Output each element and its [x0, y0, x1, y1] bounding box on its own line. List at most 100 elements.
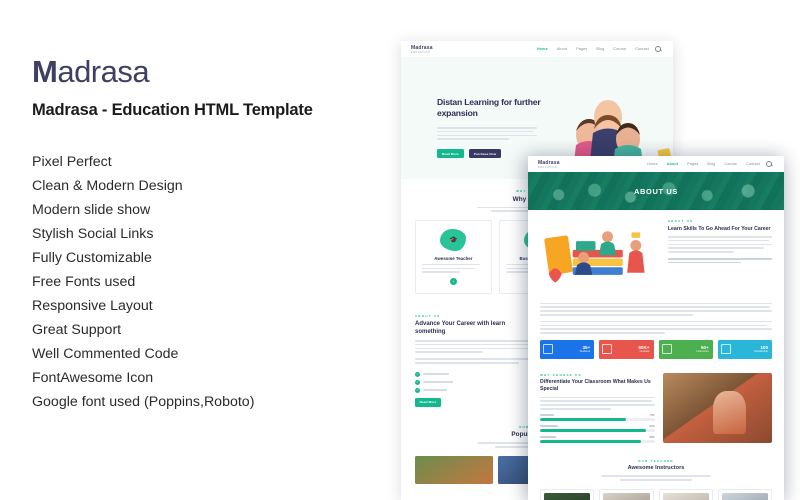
nav-item-home[interactable]: Home	[537, 47, 548, 51]
about-check-item: ✓	[415, 387, 533, 393]
page-title: Madrasa - Education HTML Template	[32, 101, 313, 119]
nav-item-pages[interactable]: Pages	[576, 47, 587, 51]
about-check-item: ✓	[415, 371, 533, 377]
stat-label: Courses	[639, 350, 650, 354]
skill-bar-fill	[540, 418, 627, 421]
skill-bar-label	[540, 414, 554, 416]
list-item: FontAwesome Icon	[32, 370, 154, 386]
nav-item-blog[interactable]: Blog	[707, 162, 715, 166]
list-item: Responsive Layout	[32, 298, 153, 314]
preview-brand-tagline: EDUCATION	[538, 165, 558, 169]
preview-nav-links: Home About Pages Blog Course Contact	[537, 47, 649, 51]
check-icon: ✓	[415, 379, 420, 385]
user-icon	[543, 344, 553, 355]
brand-logo-initial: M	[32, 54, 58, 89]
teachers-section: OUR TEACHER Awesome Instructors	[528, 453, 784, 481]
about-kicker: ABOUT US	[415, 314, 441, 319]
graduation-cap-icon: 🎓	[440, 228, 467, 251]
list-item: Fully Customizable	[32, 250, 152, 266]
teacher-card[interactable]	[599, 488, 654, 500]
skill-bar-percent: 92%	[649, 424, 655, 428]
learn-skills-section: ABOUT US Learn Skills To Go Ahead For Yo…	[528, 210, 784, 303]
skill-bar-design: 75%	[540, 414, 655, 421]
preview-nav-links: Home About Pages Blog Course Contact	[647, 162, 760, 166]
nav-item-course[interactable]: Course	[613, 47, 626, 51]
purchase-now-button[interactable]: Purchase Now	[468, 149, 502, 158]
nav-item-pages[interactable]: Pages	[687, 162, 698, 166]
skill-bar-percent: 75%	[649, 413, 655, 417]
banner-title: ABOUT US	[634, 186, 678, 196]
preview-brand-name: Madrasa	[538, 159, 560, 166]
special-section: WHY CHOOSE US Differentiate Your Classro…	[528, 367, 784, 453]
classroom-photo	[662, 372, 772, 443]
preview-brand-tagline: EDUCATION	[411, 50, 431, 54]
search-icon[interactable]	[655, 46, 661, 52]
list-item: Well Commented Code	[32, 346, 179, 362]
nav-item-about[interactable]: About	[667, 162, 678, 166]
stat-label: Scholarship	[753, 350, 768, 354]
skill-bar-fill	[540, 440, 641, 443]
skill-bar-percent: 88%	[649, 435, 655, 439]
list-item: Great Support	[32, 322, 122, 338]
feature-card[interactable]: 🎓 Awesome Teacher +	[415, 219, 492, 295]
skill-bar-label	[540, 425, 558, 428]
brand-logo-rest: adrasa	[57, 54, 150, 89]
teacher-card[interactable]	[540, 488, 595, 500]
learn-illustration	[540, 219, 660, 294]
feature-card-more[interactable]: +	[449, 278, 457, 286]
read-more-button[interactable]: Read More	[437, 149, 464, 158]
special-kicker: WHY CHOOSE US	[540, 372, 582, 377]
product-info-panel: Madrasa Madrasa - Education HTML Templat…	[32, 56, 382, 414]
stats-row: 35+ Students 60K+ Courses 50+ Instructor…	[528, 339, 784, 367]
stat-label: Instructors	[696, 350, 709, 354]
learn-text: ABOUT US Learn Skills To Go Ahead For Yo…	[667, 219, 772, 294]
check-icon: ✓	[415, 387, 420, 393]
book-icon	[661, 344, 672, 355]
stat-card-instructors: 50+ Instructors	[658, 339, 713, 359]
skill-bar-fill	[540, 429, 646, 432]
preview-brand-name: Madrasa	[411, 44, 433, 51]
list-item: Google font used (Poppins,Roboto)	[32, 394, 255, 410]
check-icon: ✓	[415, 371, 420, 377]
nav-item-home[interactable]: Home	[647, 162, 657, 166]
learn-paragraphs	[528, 302, 784, 340]
list-item: Free Fonts used	[32, 274, 136, 290]
nav-item-course[interactable]: Course	[724, 162, 737, 166]
teachers-title: Awesome Instructors	[627, 465, 685, 472]
list-item: Clean & Modern Design	[32, 178, 183, 194]
preview-brand: Madrasa EDUCATION	[411, 45, 433, 54]
preview-navbar: Madrasa EDUCATION Home About Pages Blog …	[528, 156, 784, 172]
group-icon	[720, 344, 731, 355]
template-preview-about: Madrasa EDUCATION Home About Pages Blog …	[528, 156, 784, 500]
special-text: WHY CHOOSE US Differentiate Your Classro…	[540, 373, 655, 443]
course-card[interactable]	[415, 455, 493, 484]
stat-card-students: 35+ Students	[540, 339, 595, 359]
search-icon[interactable]	[766, 161, 772, 167]
learn-title: Learn Skills To Go Ahead For Your Career	[667, 225, 771, 232]
learn-kicker: ABOUT US	[667, 219, 694, 223]
hero-buttons: Read More Purchase Now	[437, 149, 502, 158]
about-read-more-button[interactable]: Read More	[415, 397, 441, 407]
hero-headline: Distan Learning for further expansion	[437, 97, 541, 118]
stat-card-scholarship: 100 Scholarship	[717, 339, 772, 359]
about-title: Advance Your Career with learn something	[415, 321, 506, 335]
nav-item-contact[interactable]: Contact	[746, 162, 760, 166]
list-item: Pixel Perfect	[32, 154, 112, 170]
feature-card-title: Awesome Teacher	[434, 255, 473, 261]
teacher-card[interactable]	[717, 488, 772, 500]
teachers-kicker: OUR TEACHER	[638, 458, 674, 463]
about-banner: ABOUT US	[528, 172, 784, 210]
preview-navbar: Madrasa EDUCATION Home About Pages Blog …	[401, 41, 673, 57]
feature-list: Pixel Perfect Clean & Modern Design Mode…	[32, 150, 382, 414]
preview-brand: Madrasa EDUCATION	[538, 160, 560, 169]
teacher-card[interactable]	[658, 488, 713, 500]
about-text-column: ABOUT US Advance Your Career with learn …	[415, 314, 533, 407]
teachers-lead	[601, 475, 711, 481]
skill-bar-track	[540, 440, 655, 443]
nav-item-blog[interactable]: Blog	[596, 47, 604, 51]
teacher-cards	[528, 488, 784, 500]
nav-item-contact[interactable]: Contact	[635, 47, 649, 51]
list-item: Modern slide show	[32, 202, 151, 218]
skill-bar-track	[540, 418, 655, 421]
nav-item-about[interactable]: About	[557, 47, 567, 51]
